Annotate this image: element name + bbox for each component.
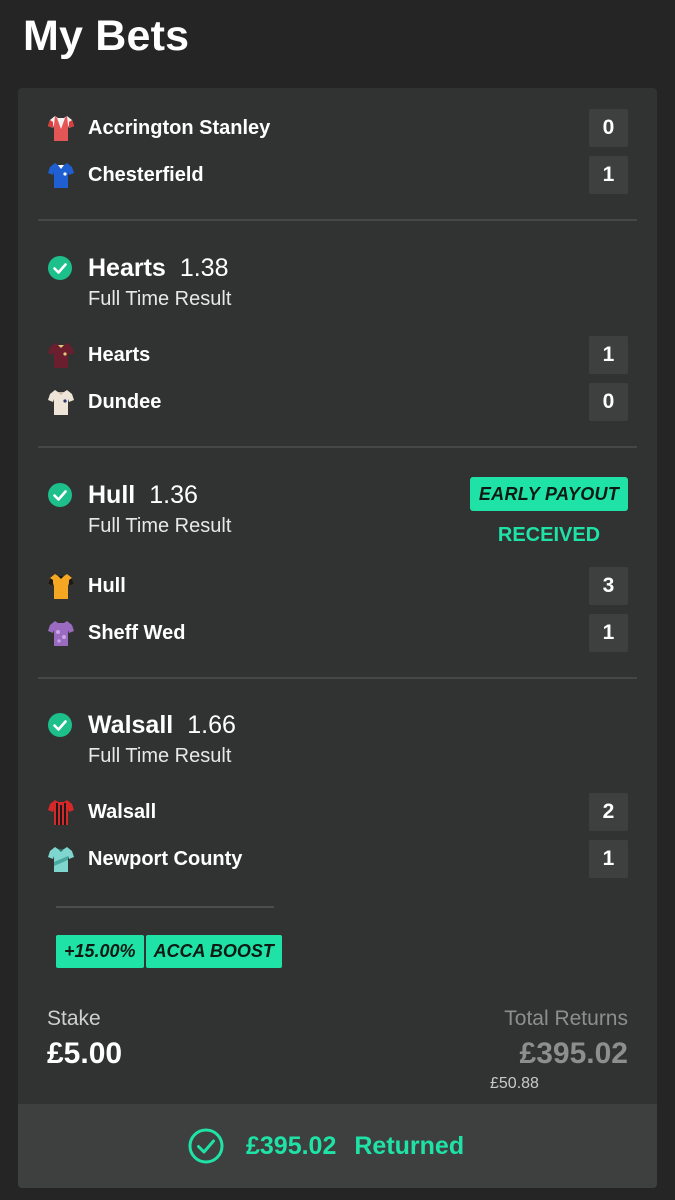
selection-pick: Hull 1.36 (88, 480, 198, 510)
team-name: Newport County (88, 848, 243, 870)
divider (38, 677, 637, 679)
match-row-home: Accrington Stanley 0 (18, 108, 657, 148)
stake-label: Stake (47, 1007, 101, 1030)
selection-header[interactable]: Hearts 1.38 Full Time Result (18, 253, 657, 313)
score-box: 1 (589, 336, 628, 374)
boost-percent: +15.00% (56, 935, 144, 968)
score-box: 1 (589, 156, 628, 194)
returns-sub-value: £50.88 (490, 1075, 539, 1092)
selection-team: Hearts (88, 254, 166, 282)
score-box: 1 (589, 614, 628, 652)
selection-odds: 1.38 (179, 254, 229, 282)
received-status: RECEIVED (497, 524, 601, 546)
team-name: Hull (88, 575, 126, 597)
selection-pick: Hearts 1.38 (88, 253, 229, 283)
selection-team: Hull (88, 481, 136, 509)
check-circle-icon (48, 713, 72, 737)
team-name: Walsall (88, 801, 157, 823)
selection-odds: 1.66 (187, 711, 236, 739)
maroon-shirt-icon (48, 343, 74, 368)
check-circle-icon (188, 1128, 224, 1164)
stake-value: £5.00 (47, 1037, 123, 1070)
cream-shirt-icon (48, 390, 74, 415)
match-row-away: Chesterfield 1 (18, 155, 657, 195)
total-returns-label: Total Returns (504, 1007, 628, 1030)
red-black-striped-shirt-icon (48, 800, 74, 825)
divider (56, 906, 274, 908)
page-title: My Bets (23, 12, 190, 60)
match-row-away: Newport County 1 (18, 839, 657, 879)
purple-shirt-icon (48, 621, 74, 646)
score-box: 1 (589, 840, 628, 878)
market-label: Full Time Result (88, 515, 232, 537)
market-label: Full Time Result (88, 745, 232, 767)
returned-footer[interactable]: £395.02 Returned (18, 1104, 657, 1188)
match-row-home: Walsall 2 (18, 792, 657, 832)
amber-black-shirt-icon (48, 574, 74, 599)
match-row-away: Sheff Wed 1 (18, 613, 657, 653)
match-row-away: Dundee 0 (18, 382, 657, 422)
red-white-shirt-icon (48, 116, 74, 141)
divider (38, 446, 637, 448)
team-name: Accrington Stanley (88, 117, 271, 139)
score-box: 0 (589, 109, 628, 147)
divider (38, 219, 637, 221)
score-box: 3 (589, 567, 628, 605)
returned-status: £395.02 Returned (188, 1128, 464, 1164)
team-name: Dundee (88, 391, 162, 413)
team-name: Chesterfield (88, 164, 204, 186)
early-payout-badge: EARLY PAYOUT (470, 477, 628, 511)
boost-label: ACCA BOOST (145, 935, 282, 968)
acca-boost-badge: +15.00% ACCA BOOST (56, 935, 282, 968)
check-circle-icon (48, 256, 72, 280)
match-row-home: Hearts 1 (18, 335, 657, 375)
score-box: 2 (589, 793, 628, 831)
returned-amount: £395.02 (246, 1132, 337, 1160)
selection-odds: 1.36 (149, 481, 198, 509)
total-returns-value: £395.02 (519, 1037, 628, 1070)
teal-shirt-icon (48, 847, 74, 872)
selection-header[interactable]: Walsall 1.66 Full Time Result (18, 710, 657, 770)
selection-pick: Walsall 1.66 (88, 710, 236, 740)
returned-label: Returned (354, 1132, 465, 1160)
match-row-home: Hull 3 (18, 566, 657, 606)
blue-shirt-icon (48, 163, 74, 188)
market-label: Full Time Result (88, 288, 232, 310)
check-circle-icon (48, 483, 72, 507)
selection-team: Walsall (88, 711, 174, 739)
bet-card[interactable]: Accrington Stanley 0 Chesterfield 1 Hear… (18, 88, 657, 1188)
team-name: Sheff Wed (88, 622, 186, 644)
score-box: 0 (589, 383, 628, 421)
team-name: Hearts (88, 344, 151, 366)
